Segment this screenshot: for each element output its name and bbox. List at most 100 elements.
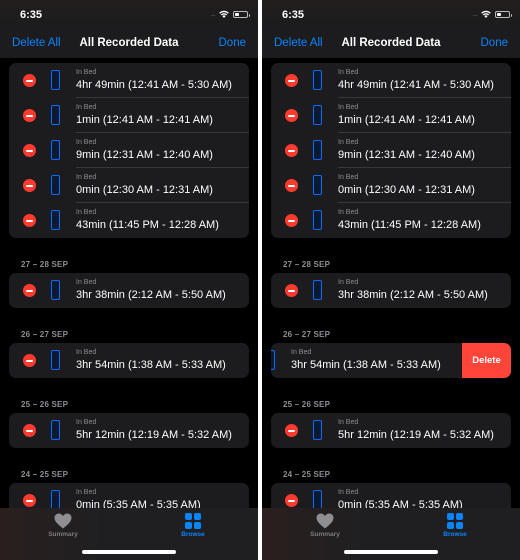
delete-circle-icon[interactable]	[23, 74, 36, 87]
record-category: In Bed	[338, 139, 359, 146]
delete-circle-icon[interactable]	[23, 214, 36, 227]
record-group: In Bed 4hr 49min (12:41 AM - 5:30 AM) In …	[9, 63, 249, 238]
section-header: 24 – 25 SEP	[283, 470, 331, 479]
swiped-row-content[interactable]: In Bed 3hr 54min (1:38 AM - 5:33 AM)	[271, 343, 466, 378]
tab-bar: Summary Browse	[262, 508, 520, 560]
done-button[interactable]: Done	[481, 37, 509, 49]
section-header: 27 – 28 SEP	[21, 260, 69, 269]
tab-summary[interactable]: Summary	[295, 513, 355, 538]
tab-summary[interactable]: Summary	[33, 513, 93, 538]
iphone-source-icon	[313, 210, 322, 230]
iphone-source-icon	[51, 490, 60, 510]
delete-circle-icon[interactable]	[285, 109, 298, 122]
record-category: In Bed	[338, 174, 359, 181]
delete-circle-icon[interactable]	[285, 144, 298, 157]
record-category: In Bed	[338, 104, 359, 111]
delete-circle-icon[interactable]	[285, 494, 298, 507]
record-list: In Bed 4hr 49min (12:41 AM - 5:30 AM) In …	[0, 58, 258, 560]
heart-icon	[316, 513, 334, 529]
record-category: In Bed	[76, 104, 97, 111]
delete-circle-icon[interactable]	[23, 109, 36, 122]
delete-circle-icon[interactable]	[23, 179, 36, 192]
heart-icon	[54, 513, 72, 529]
battery-icon	[233, 10, 250, 18]
delete-circle-icon[interactable]	[285, 284, 298, 297]
tab-label: Browse	[443, 531, 467, 538]
list-item[interactable]: In Bed 1min (12:41 AM - 12:41 AM)	[9, 98, 249, 133]
delete-circle-icon[interactable]	[285, 214, 298, 227]
iphone-source-icon	[313, 490, 322, 510]
iphone-source-icon	[51, 280, 60, 300]
list-item[interactable]: In Bed 5hr 12min (12:19 AM - 5:32 AM)	[271, 413, 511, 448]
list-item[interactable]: In Bed 0min (12:30 AM - 12:31 AM)	[9, 168, 249, 203]
iphone-source-icon	[313, 420, 322, 440]
iphone-source-icon	[51, 420, 60, 440]
delete-circle-icon[interactable]	[285, 74, 298, 87]
record-value: 3hr 38min (2:12 AM - 5:50 AM)	[76, 289, 226, 301]
delete-button[interactable]: Delete	[462, 343, 511, 378]
list-item[interactable]: In Bed 9min (12:31 AM - 12:40 AM)	[271, 133, 511, 168]
done-button[interactable]: Done	[219, 37, 247, 49]
list-item[interactable]: In Bed 4hr 49min (12:41 AM - 5:30 AM)	[9, 63, 249, 98]
list-item[interactable]: In Bed 3hr 54min (1:38 AM - 5:33 AM)	[9, 343, 249, 378]
list-item[interactable]: In Bed 43min (11:45 PM - 12:28 AM)	[271, 203, 511, 238]
list-item[interactable]: In Bed 1min (12:41 AM - 12:41 AM)	[271, 98, 511, 133]
status-bar: 6:35 .....	[262, 0, 520, 30]
list-item[interactable]: In Bed 5hr 12min (12:19 AM - 5:32 AM)	[9, 413, 249, 448]
grid-icon	[447, 513, 463, 529]
record-value: 5hr 12min (12:19 AM - 5:32 AM)	[76, 429, 232, 441]
record-category: In Bed	[76, 489, 97, 496]
record-value: 3hr 54min (1:38 AM - 5:33 AM)	[291, 359, 441, 371]
screen-editing: 6:35 ..... Delete All All Recorded Data …	[0, 0, 258, 560]
record-value: 4hr 49min (12:41 AM - 5:30 AM)	[338, 79, 494, 91]
record-category: In Bed	[76, 279, 97, 286]
wifi-icon	[481, 10, 491, 18]
record-value: 1min (12:41 AM - 12:41 AM)	[338, 114, 475, 126]
screen-swipe-delete: 6:35 ..... Delete All All Recorded Data …	[262, 0, 520, 560]
delete-circle-icon[interactable]	[23, 424, 36, 437]
record-category: In Bed	[76, 174, 97, 181]
list-item[interactable]: In Bed 4hr 49min (12:41 AM - 5:30 AM)	[271, 63, 511, 98]
status-time: 6:35	[20, 9, 43, 21]
delete-circle-icon[interactable]	[285, 179, 298, 192]
iphone-source-icon	[313, 280, 322, 300]
list-item[interactable]: In Bed 43min (11:45 PM - 12:28 AM)	[9, 203, 249, 238]
record-value: 9min (12:31 AM - 12:40 AM)	[76, 149, 213, 161]
grid-icon	[185, 513, 201, 529]
list-item[interactable]: In Bed 0min (12:30 AM - 12:31 AM)	[271, 168, 511, 203]
record-value: 3hr 54min (1:38 AM - 5:33 AM)	[76, 359, 226, 371]
delete-circle-icon[interactable]	[285, 424, 298, 437]
delete-circle-icon[interactable]	[23, 144, 36, 157]
tab-bar: Summary Browse	[0, 508, 258, 560]
iphone-source-icon	[313, 105, 322, 125]
record-category: In Bed	[76, 419, 97, 426]
delete-circle-icon[interactable]	[23, 354, 36, 367]
list-item[interactable]: In Bed 3hr 38min (2:12 AM - 5:50 AM)	[271, 273, 511, 308]
list-item[interactable]: In Bed 9min (12:31 AM - 12:40 AM)	[9, 133, 249, 168]
iphone-source-icon	[51, 70, 60, 90]
record-value: 4hr 49min (12:41 AM - 5:30 AM)	[76, 79, 232, 91]
list-item-swiped[interactable]: In Bed 3hr 54min (1:38 AM - 5:33 AM) Del…	[271, 343, 511, 378]
record-group: In Bed 5hr 12min (12:19 AM - 5:32 AM)	[9, 413, 249, 448]
delete-circle-icon[interactable]	[23, 284, 36, 297]
record-value: 43min (11:45 PM - 12:28 AM)	[76, 219, 219, 231]
delete-circle-icon[interactable]	[23, 494, 36, 507]
home-indicator[interactable]	[344, 550, 438, 554]
record-category: In Bed	[76, 349, 97, 356]
section-header: 26 – 27 SEP	[283, 330, 331, 339]
record-category: In Bed	[76, 209, 97, 216]
iphone-source-icon	[51, 105, 60, 125]
tab-browse[interactable]: Browse	[163, 513, 223, 538]
status-time: 6:35	[282, 9, 305, 21]
record-group: In Bed 5hr 12min (12:19 AM - 5:32 AM)	[271, 413, 511, 448]
home-indicator[interactable]	[82, 550, 176, 554]
record-value: 1min (12:41 AM - 12:41 AM)	[76, 114, 213, 126]
tab-label: Summary	[310, 531, 340, 538]
record-group: In Bed 3hr 38min (2:12 AM - 5:50 AM)	[9, 273, 249, 308]
record-category: In Bed	[291, 349, 312, 356]
list-item[interactable]: In Bed 3hr 38min (2:12 AM - 5:50 AM)	[9, 273, 249, 308]
tab-browse[interactable]: Browse	[425, 513, 485, 538]
cellular-signal-icon: .....	[472, 10, 478, 18]
record-category: In Bed	[338, 419, 359, 426]
iphone-source-icon	[313, 175, 322, 195]
